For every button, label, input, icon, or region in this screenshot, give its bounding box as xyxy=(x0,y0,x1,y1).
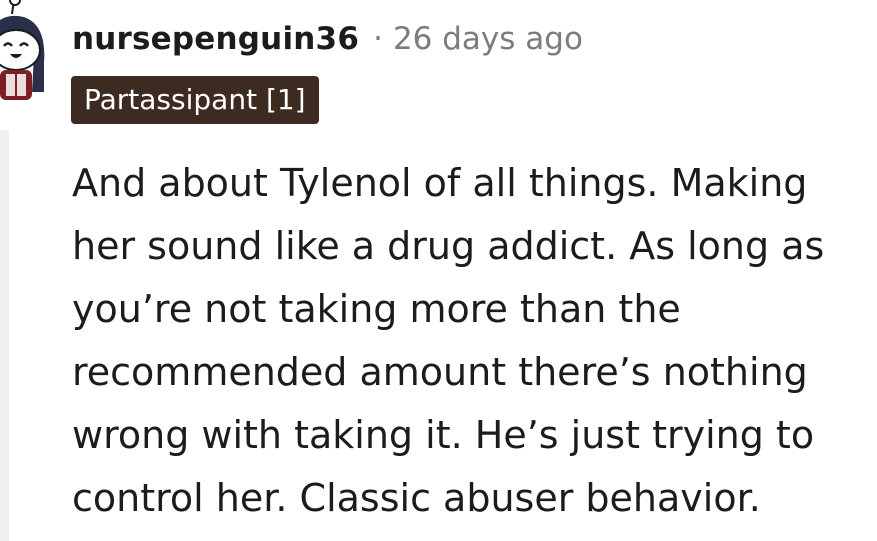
comment-body: And about Tylenol of all things. Making … xyxy=(72,152,872,530)
user-flair: Partassipant [1] xyxy=(71,76,319,124)
snoo-avatar-icon xyxy=(0,0,45,100)
comment-body-line: And about Tylenol of all things. Making xyxy=(72,161,808,205)
comment-body-line: recommended amount there’s nothing xyxy=(72,350,808,394)
comment-header: nursepenguin36 · 26 days ago xyxy=(72,16,583,62)
author-username[interactable]: nursepenguin36 xyxy=(72,21,359,57)
meta-separator: · xyxy=(373,21,383,57)
comment-body-line: you’re not taking more than the xyxy=(72,287,681,331)
comment-timestamp[interactable]: 26 days ago xyxy=(393,21,583,57)
comment-body-line: wrong with taking it. He’s just trying t… xyxy=(72,413,815,457)
thread-line[interactable] xyxy=(0,130,9,541)
comment-body-line: her sound like a drug addict. As long as xyxy=(72,224,825,268)
avatar[interactable] xyxy=(0,0,46,110)
comment-body-line: control her. Classic abuser behavior. xyxy=(72,476,761,520)
